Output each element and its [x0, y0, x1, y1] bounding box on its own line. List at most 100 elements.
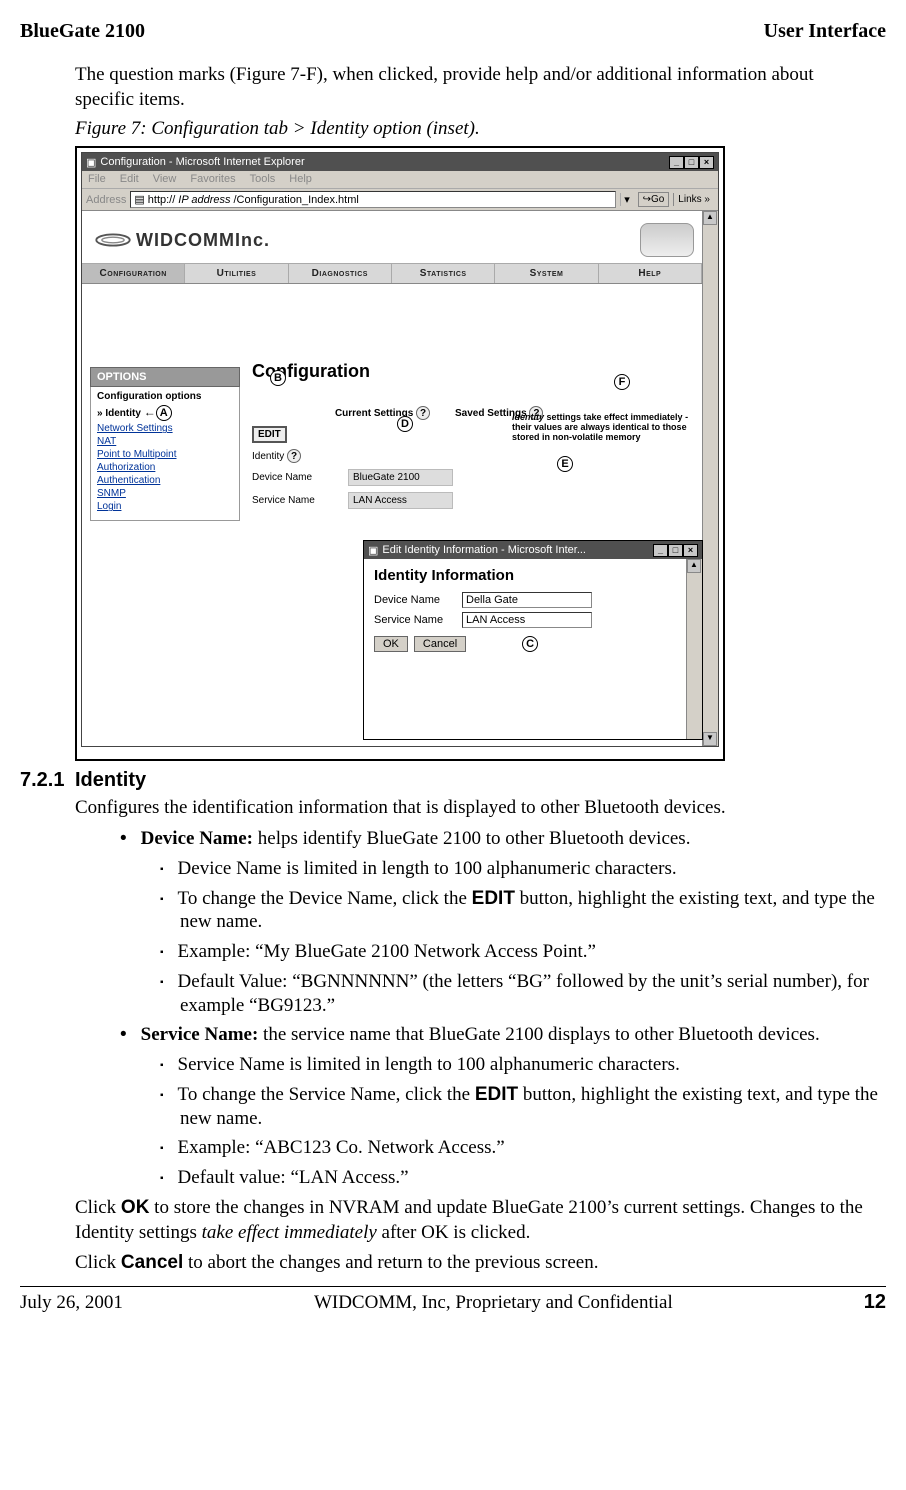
callout-c: C: [522, 636, 538, 652]
tab-diagnostics[interactable]: Diagnostics: [289, 264, 392, 283]
section-intro: Configures the identification informatio…: [75, 796, 876, 821]
col-current: Current Settings ?: [330, 406, 435, 420]
tab-system[interactable]: System: [495, 264, 598, 283]
tab-statistics[interactable]: Statistics: [392, 264, 495, 283]
address-input[interactable]: ▤ http:// IP address /Configuration_Inde…: [130, 191, 615, 208]
ie-menubar: File Edit View Favorites Tools Help: [82, 171, 718, 189]
address-dropdown[interactable]: ▾: [620, 193, 634, 206]
main-panel: Configuration Current Settings ? Saved S…: [252, 361, 692, 509]
menu-tools[interactable]: Tools: [250, 173, 276, 186]
popup-close-button[interactable]: ×: [683, 544, 698, 557]
ie-page-icon: ▤: [134, 193, 144, 206]
option-network[interactable]: Network Settings: [97, 423, 173, 434]
popup-ok-button[interactable]: OK: [374, 636, 408, 652]
page-footer: July 26, 2001 WIDCOMM, Inc, Proprietary …: [20, 1291, 886, 1314]
addr-ip: IP address: [178, 194, 230, 206]
bullet-dn-default: ▪Default Value: “BGNNNNNN” (the letters …: [160, 970, 886, 1018]
popup-titlebar: ▣ Edit Identity Information - Microsoft …: [364, 541, 702, 559]
identity-note: Identity settings take effect immediatel…: [512, 413, 692, 443]
option-authorization[interactable]: Authorization: [97, 462, 155, 473]
tab-configuration[interactable]: Configuration: [82, 264, 185, 283]
links-button[interactable]: Links »: [673, 193, 714, 206]
menu-view[interactable]: View: [153, 173, 177, 186]
popup-minimize-button[interactable]: _: [653, 544, 668, 557]
footer-date: July 26, 2001: [20, 1292, 123, 1314]
identity-row: » Identity ←A: [97, 405, 233, 421]
menu-edit[interactable]: Edit: [120, 173, 139, 186]
options-title: Configuration options: [97, 391, 233, 402]
bullet-device-name: •Device Name: helps identify BlueGate 21…: [120, 827, 886, 851]
address-label: Address: [86, 194, 126, 206]
main-scrollbar[interactable]: ▲ ▼: [702, 211, 718, 746]
go-button[interactable]: ↪Go: [638, 192, 670, 207]
popup-cancel-button[interactable]: Cancel: [414, 636, 466, 652]
service-name-label: Service Name: [252, 495, 328, 506]
logo-text: WIDCOMMInc.: [136, 230, 270, 251]
figure-caption: Figure 7: Configuration tab > Identity o…: [75, 118, 886, 140]
ie-icon: ▣: [86, 156, 96, 169]
figure-7: ▣ Configuration - Microsoft Internet Exp…: [75, 146, 725, 761]
callout-a: A: [156, 405, 172, 421]
scroll-up-icon[interactable]: ▲: [687, 559, 701, 573]
bullet-service-name: •Service Name: the service name that Blu…: [120, 1023, 886, 1047]
popup-heading: Identity Information: [374, 567, 676, 584]
ie-icon: ▣: [368, 544, 378, 557]
bullet-sn-change: ▪To change the Service Name, click the E…: [160, 1083, 886, 1131]
header-right: User Interface: [764, 20, 886, 43]
help-icon[interactable]: ?: [416, 406, 430, 420]
option-login[interactable]: Login: [97, 501, 121, 512]
option-p2m[interactable]: Point to Multipoint: [97, 449, 177, 460]
tab-utilities[interactable]: Utilities: [185, 264, 288, 283]
bullet-sn-example: ▪Example: “ABC123 Co. Network Access.”: [160, 1136, 886, 1160]
device-image: [640, 223, 694, 257]
para-cancel: Click Cancel to abort the changes and re…: [75, 1251, 876, 1276]
popup-title: Edit Identity Information - Microsoft In…: [382, 544, 586, 556]
help-icon[interactable]: ?: [287, 449, 301, 463]
ie-addressbar: Address ▤ http:// IP address /Configurat…: [82, 189, 718, 211]
maximize-button[interactable]: □: [684, 156, 699, 169]
popup-maximize-button[interactable]: □: [668, 544, 683, 557]
identity-label: Identity ?: [252, 449, 328, 463]
edit-button[interactable]: EDIT: [252, 426, 287, 443]
options-head: OPTIONS: [90, 367, 240, 387]
section-heading: 7.2.1 Identity: [20, 769, 886, 792]
menu-file[interactable]: File: [88, 173, 106, 186]
device-name-value: BlueGate 2100: [348, 469, 453, 486]
option-authentication[interactable]: Authentication: [97, 475, 160, 486]
option-nat[interactable]: NAT: [97, 436, 116, 447]
ie-title: Configuration - Microsoft Internet Explo…: [100, 156, 304, 168]
bullet-dn-limit: ▪Device Name is limited in length to 100…: [160, 857, 886, 881]
window-buttons: _ □ ×: [669, 156, 714, 169]
page-number: 12: [864, 1291, 886, 1314]
menu-favorites[interactable]: Favorites: [190, 173, 235, 186]
arrow-left-icon: ←: [144, 405, 156, 419]
bullet-sn-limit: ▪Service Name is limited in length to 10…: [160, 1053, 886, 1077]
widcomm-logo: WIDCOMMInc.: [94, 227, 270, 253]
intro-paragraph: The question marks (Figure 7-F), when cl…: [75, 63, 876, 112]
footer-mid: WIDCOMM, Inc, Proprietary and Confidenti…: [314, 1292, 673, 1314]
section-title: Identity: [75, 769, 146, 792]
popup-device-label: Device Name: [374, 594, 462, 606]
addr-prefix: http://: [148, 194, 176, 206]
menu-help[interactable]: Help: [289, 173, 312, 186]
option-identity[interactable]: Identity: [105, 408, 141, 419]
service-name-value: LAN Access: [348, 492, 453, 509]
minimize-button[interactable]: _: [669, 156, 684, 169]
callout-f: F: [614, 374, 630, 390]
footer-rule: [20, 1286, 886, 1287]
popup-device-input[interactable]: [462, 592, 592, 608]
section-number: 7.2.1: [20, 769, 75, 792]
device-name-label: Device Name: [252, 472, 328, 483]
option-snmp[interactable]: SNMP: [97, 488, 126, 499]
nav-tabs: Configuration Utilities Diagnostics Stat…: [82, 263, 702, 284]
scroll-down-icon[interactable]: ▼: [703, 732, 717, 746]
popup-service-label: Service Name: [374, 614, 462, 626]
popup-service-input[interactable]: [462, 612, 592, 628]
popup-scrollbar[interactable]: ▲: [686, 559, 702, 739]
ie-titlebar: ▣ Configuration - Microsoft Internet Exp…: [82, 153, 718, 171]
close-button[interactable]: ×: [699, 156, 714, 169]
bullet-dn-change: ▪To change the Device Name, click the ED…: [160, 887, 886, 935]
addr-suffix: /Configuration_Index.html: [233, 194, 358, 206]
tab-help[interactable]: Help: [599, 264, 702, 283]
scroll-up-icon[interactable]: ▲: [703, 211, 717, 225]
